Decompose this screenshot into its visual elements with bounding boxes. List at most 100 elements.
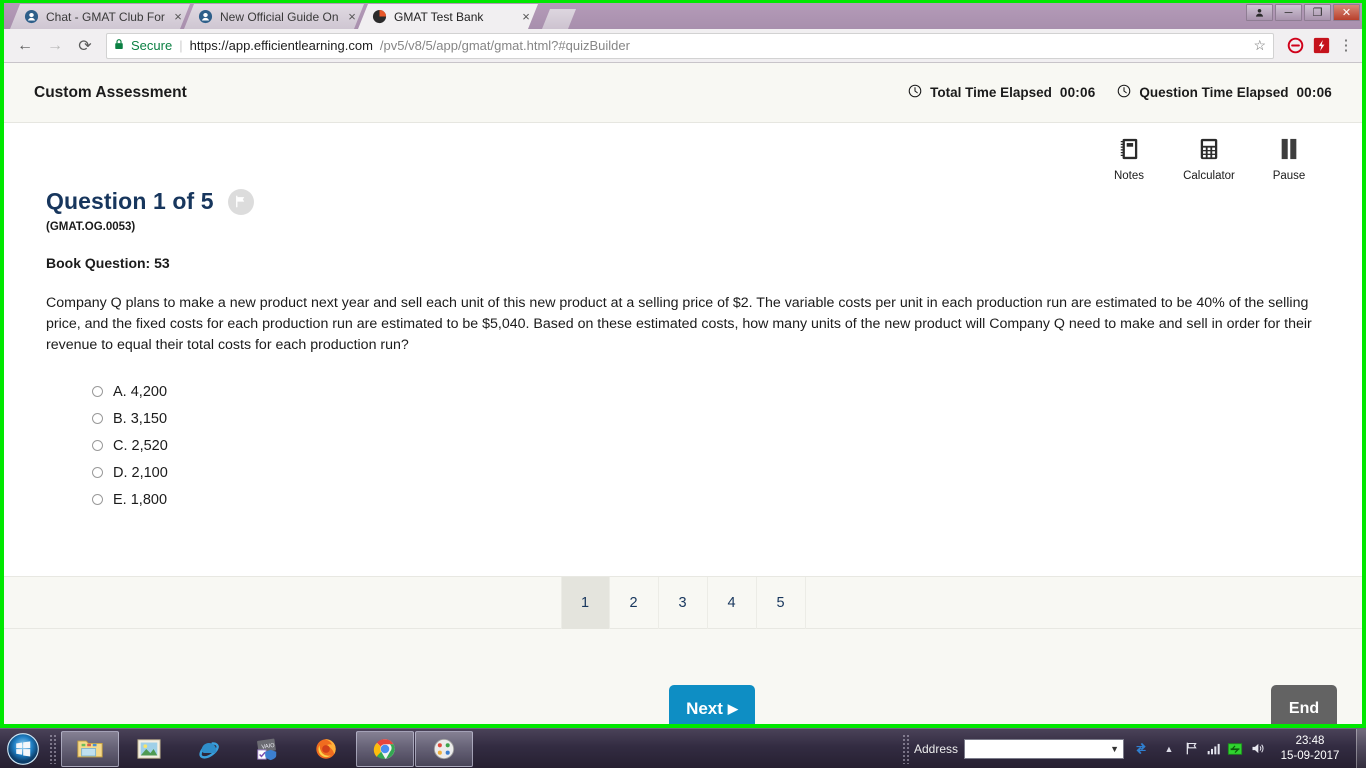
- play-arrow-icon: ▶: [727, 701, 738, 716]
- address-bar[interactable]: Secure | https://app.efficientlearning.c…: [106, 32, 1274, 59]
- maximize-button[interactable]: ❐: [1304, 4, 1331, 21]
- answer-choice-c[interactable]: C. 2,520: [92, 432, 1322, 459]
- browser-tab-0[interactable]: Chat - GMAT Club Forum ×: [10, 4, 190, 29]
- adblock-extension-icon[interactable]: [1284, 35, 1306, 57]
- close-icon[interactable]: ×: [346, 10, 358, 23]
- minimize-button[interactable]: ─: [1275, 4, 1302, 21]
- pagination-page-3[interactable]: 3: [659, 577, 708, 629]
- end-button[interactable]: End: [1271, 685, 1337, 724]
- new-tab-button[interactable]: [542, 9, 576, 29]
- taskbar-vaio-care[interactable]: VAIO: [238, 731, 296, 767]
- answer-choice-label: E. 1,800: [113, 491, 168, 508]
- answer-choice-b[interactable]: B. 3,150: [92, 405, 1322, 432]
- answer-choice-d[interactable]: D. 2,100: [92, 459, 1322, 486]
- chrome-browser-window: Chat - GMAT Club Forum × New Official Gu…: [0, 0, 1366, 728]
- browser-tab-1[interactable]: New Official Guide Onlin ×: [184, 4, 364, 29]
- network-signal-icon[interactable]: [1202, 732, 1224, 766]
- browser-tab-title: GMAT Test Bank: [394, 9, 484, 24]
- address-toolbar: Address ▼: [914, 732, 1158, 766]
- clock-time: 23:48: [1295, 734, 1325, 747]
- show-hidden-icons-button[interactable]: ▲: [1158, 732, 1180, 766]
- forward-button[interactable]: →: [40, 32, 70, 60]
- timers-group: Total Time Elapsed 00:06 Question Time E…: [908, 84, 1332, 101]
- answer-choice-a[interactable]: A. 4,200: [92, 378, 1322, 405]
- close-window-button[interactable]: ✕: [1333, 4, 1360, 21]
- back-button[interactable]: ←: [10, 32, 40, 60]
- battery-icon[interactable]: [1224, 732, 1246, 766]
- question-pagination: 1 2 3 4 5: [4, 576, 1362, 629]
- notes-button[interactable]: Notes: [1098, 137, 1160, 182]
- close-icon[interactable]: ×: [172, 10, 184, 23]
- reload-button[interactable]: ⟳: [70, 32, 100, 60]
- bookmark-star-icon[interactable]: ☆: [1253, 37, 1266, 54]
- taskbar-windows-explorer[interactable]: [61, 730, 119, 767]
- url-path: /pv5/v8/5/app/gmat/gmat.html?#quizBuilde…: [379, 38, 630, 53]
- radio-button[interactable]: [92, 413, 103, 424]
- tool-label: Calculator: [1183, 170, 1235, 182]
- windows-taskbar: VAIO Address ▼ ▲ 23:48 15-09-2017: [0, 728, 1366, 768]
- gmatclub-icon: [198, 9, 213, 24]
- question-tools: Notes Calculator Pause: [4, 123, 1362, 182]
- calculator-button[interactable]: Calculator: [1178, 137, 1240, 182]
- answer-choice-label: C. 2,520: [113, 437, 168, 454]
- notebook-icon: [1118, 137, 1140, 166]
- show-desktop-button[interactable]: [1356, 728, 1366, 768]
- start-button[interactable]: [0, 730, 46, 768]
- taskbar-firefox[interactable]: [297, 731, 355, 767]
- answer-choice-e[interactable]: E. 1,800: [92, 486, 1322, 513]
- pagination-page-1[interactable]: 1: [560, 577, 610, 629]
- pause-icon: [1278, 137, 1300, 166]
- chevron-down-icon: ▼: [1110, 743, 1119, 754]
- taskbar-game[interactable]: [415, 730, 473, 767]
- gmatclub-icon: [24, 9, 39, 24]
- system-tray: Address ▼ ▲ 23:48 15-09-2017: [899, 728, 1366, 768]
- radio-button[interactable]: [92, 440, 103, 451]
- pause-button[interactable]: Pause: [1258, 137, 1320, 182]
- next-button-label: Next: [686, 699, 723, 718]
- desktop: Chat - GMAT Club Forum × New Official Gu…: [0, 0, 1366, 768]
- answer-choices: A. 4,200 B. 3,150 C. 2,520 D. 2,100 E. 1…: [46, 378, 1322, 513]
- question-code: (GMAT.OG.0053): [46, 221, 136, 233]
- clock-date: 15-09-2017: [1280, 749, 1340, 762]
- user-profile-button[interactable]: [1246, 4, 1273, 21]
- browser-tab-2-active[interactable]: GMAT Test Bank ×: [358, 4, 538, 29]
- total-time-elapsed: Total Time Elapsed 00:06: [908, 84, 1095, 101]
- address-combobox[interactable]: ▼: [964, 738, 1124, 759]
- radio-button[interactable]: [92, 467, 103, 478]
- go-arrow-icon[interactable]: [1130, 732, 1152, 766]
- lock-icon: [114, 38, 124, 53]
- page-viewport: Custom Assessment Total Time Elapsed 00:…: [4, 63, 1362, 724]
- taskbar-google-chrome[interactable]: [356, 730, 414, 767]
- taskbar-photo-viewer[interactable]: [120, 731, 178, 767]
- next-button[interactable]: Next ▶: [669, 685, 755, 724]
- answer-choice-label: B. 3,150: [113, 410, 168, 427]
- pagination-page-5[interactable]: 5: [757, 577, 806, 629]
- taskbar-grip: [49, 733, 58, 764]
- volume-icon[interactable]: [1246, 732, 1268, 766]
- flash-extension-icon[interactable]: [1310, 35, 1332, 57]
- action-center-flag-icon[interactable]: [1180, 732, 1202, 766]
- clock-icon: [1117, 84, 1131, 101]
- piechart-icon: [372, 9, 387, 24]
- tool-label: Notes: [1113, 170, 1145, 182]
- radio-button[interactable]: [92, 494, 103, 505]
- address-toolbar-label: Address: [913, 741, 958, 756]
- browser-menu-icon[interactable]: ⋮: [1336, 38, 1356, 53]
- tray-grip: [901, 733, 911, 764]
- taskbar-internet-explorer[interactable]: [179, 731, 237, 767]
- url-divider: |: [179, 38, 183, 53]
- book-question-label: Book Question: 53: [46, 255, 170, 271]
- browser-toolbar: ← → ⟳ Secure | https://app.efficientlear…: [4, 29, 1362, 63]
- taskbar-clock[interactable]: 23:48 15-09-2017: [1268, 734, 1352, 764]
- question-counter: Question 1 of 5: [46, 188, 214, 214]
- close-icon[interactable]: ×: [520, 10, 532, 23]
- footer-actions: Next ▶ End: [4, 629, 1362, 724]
- page-title: Custom Assessment: [34, 83, 187, 101]
- url-domain: https://app.efficientlearning.com: [189, 38, 373, 53]
- question-headline: Question 1 of 5: [46, 188, 1322, 215]
- flag-icon[interactable]: [227, 188, 254, 215]
- radio-button[interactable]: [92, 386, 103, 397]
- timer-label: Question Time Elapsed: [1139, 85, 1289, 100]
- pagination-page-4[interactable]: 4: [708, 577, 757, 629]
- pagination-page-2[interactable]: 2: [610, 577, 659, 629]
